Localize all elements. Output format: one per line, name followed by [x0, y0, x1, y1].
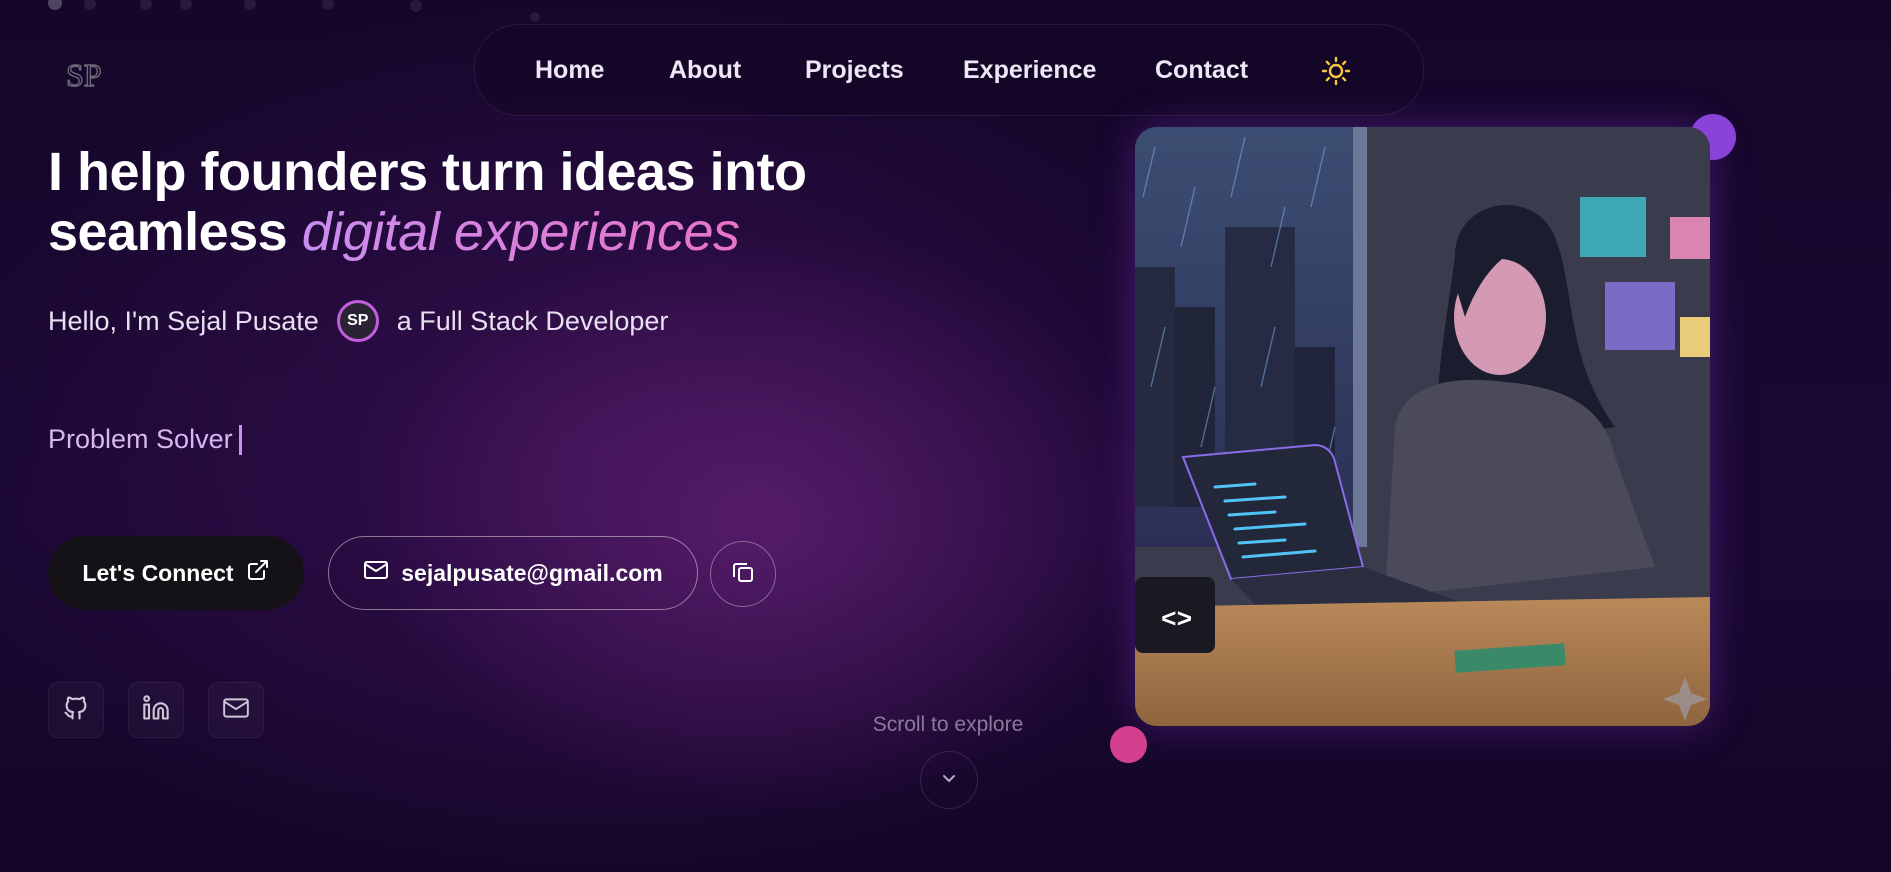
lets-connect-button[interactable]: Let's Connect [48, 536, 304, 610]
lets-connect-label: Let's Connect [82, 559, 234, 586]
decorative-dots [40, 0, 560, 22]
intro-prefix: Hello, I'm Sejal Pusate [48, 305, 319, 336]
nav-experience[interactable]: Experience [963, 56, 1096, 85]
headline-accent: digital experiences [301, 202, 740, 262]
nav-about[interactable]: About [669, 56, 741, 85]
copy-email-button[interactable] [710, 541, 776, 607]
decorative-bubble [1110, 726, 1147, 763]
hero-headline: I help founders turn ideas into seamless… [48, 142, 807, 262]
nav-home[interactable]: Home [535, 56, 604, 85]
email-label: sejalpusate@gmail.com [401, 559, 663, 586]
intro-line: Hello, I'm Sejal Pusate SP a Full Stack … [48, 296, 668, 346]
typing-text: Problem Solver [48, 424, 233, 454]
linkedin-link[interactable] [128, 682, 184, 738]
email-link[interactable] [208, 682, 264, 738]
nav-contact[interactable]: Contact [1155, 56, 1248, 85]
svg-text:SP: SP [66, 57, 102, 92]
mail-icon [222, 696, 250, 725]
scroll-hint: Scroll to explore [872, 713, 1024, 736]
sun-icon[interactable] [1321, 56, 1351, 86]
mail-icon [363, 559, 389, 587]
copy-icon [730, 559, 756, 590]
intro-suffix: a Full Stack Developer [396, 305, 669, 336]
external-link-icon [246, 558, 270, 588]
svg-text:<>: <> [1161, 605, 1192, 635]
typing-cursor [238, 424, 242, 455]
scroll-down-button[interactable] [920, 751, 978, 809]
hero-illustration: <> [1135, 127, 1710, 726]
headline-line2: seamless [48, 202, 288, 262]
chevron-down-icon [938, 767, 960, 794]
github-link[interactable] [48, 682, 104, 738]
main-nav: Home About Projects Experience Contact [474, 24, 1424, 116]
site-logo[interactable]: SP [64, 56, 108, 93]
email-button[interactable]: sejalpusate@gmail.com [328, 536, 698, 610]
nav-projects[interactable]: Projects [805, 56, 904, 85]
github-icon [62, 694, 90, 727]
avatar: SP [336, 300, 379, 342]
headline-line1: I help founders turn ideas into [48, 142, 807, 202]
typing-role: Problem Solver [48, 424, 242, 455]
linkedin-icon [142, 694, 170, 727]
